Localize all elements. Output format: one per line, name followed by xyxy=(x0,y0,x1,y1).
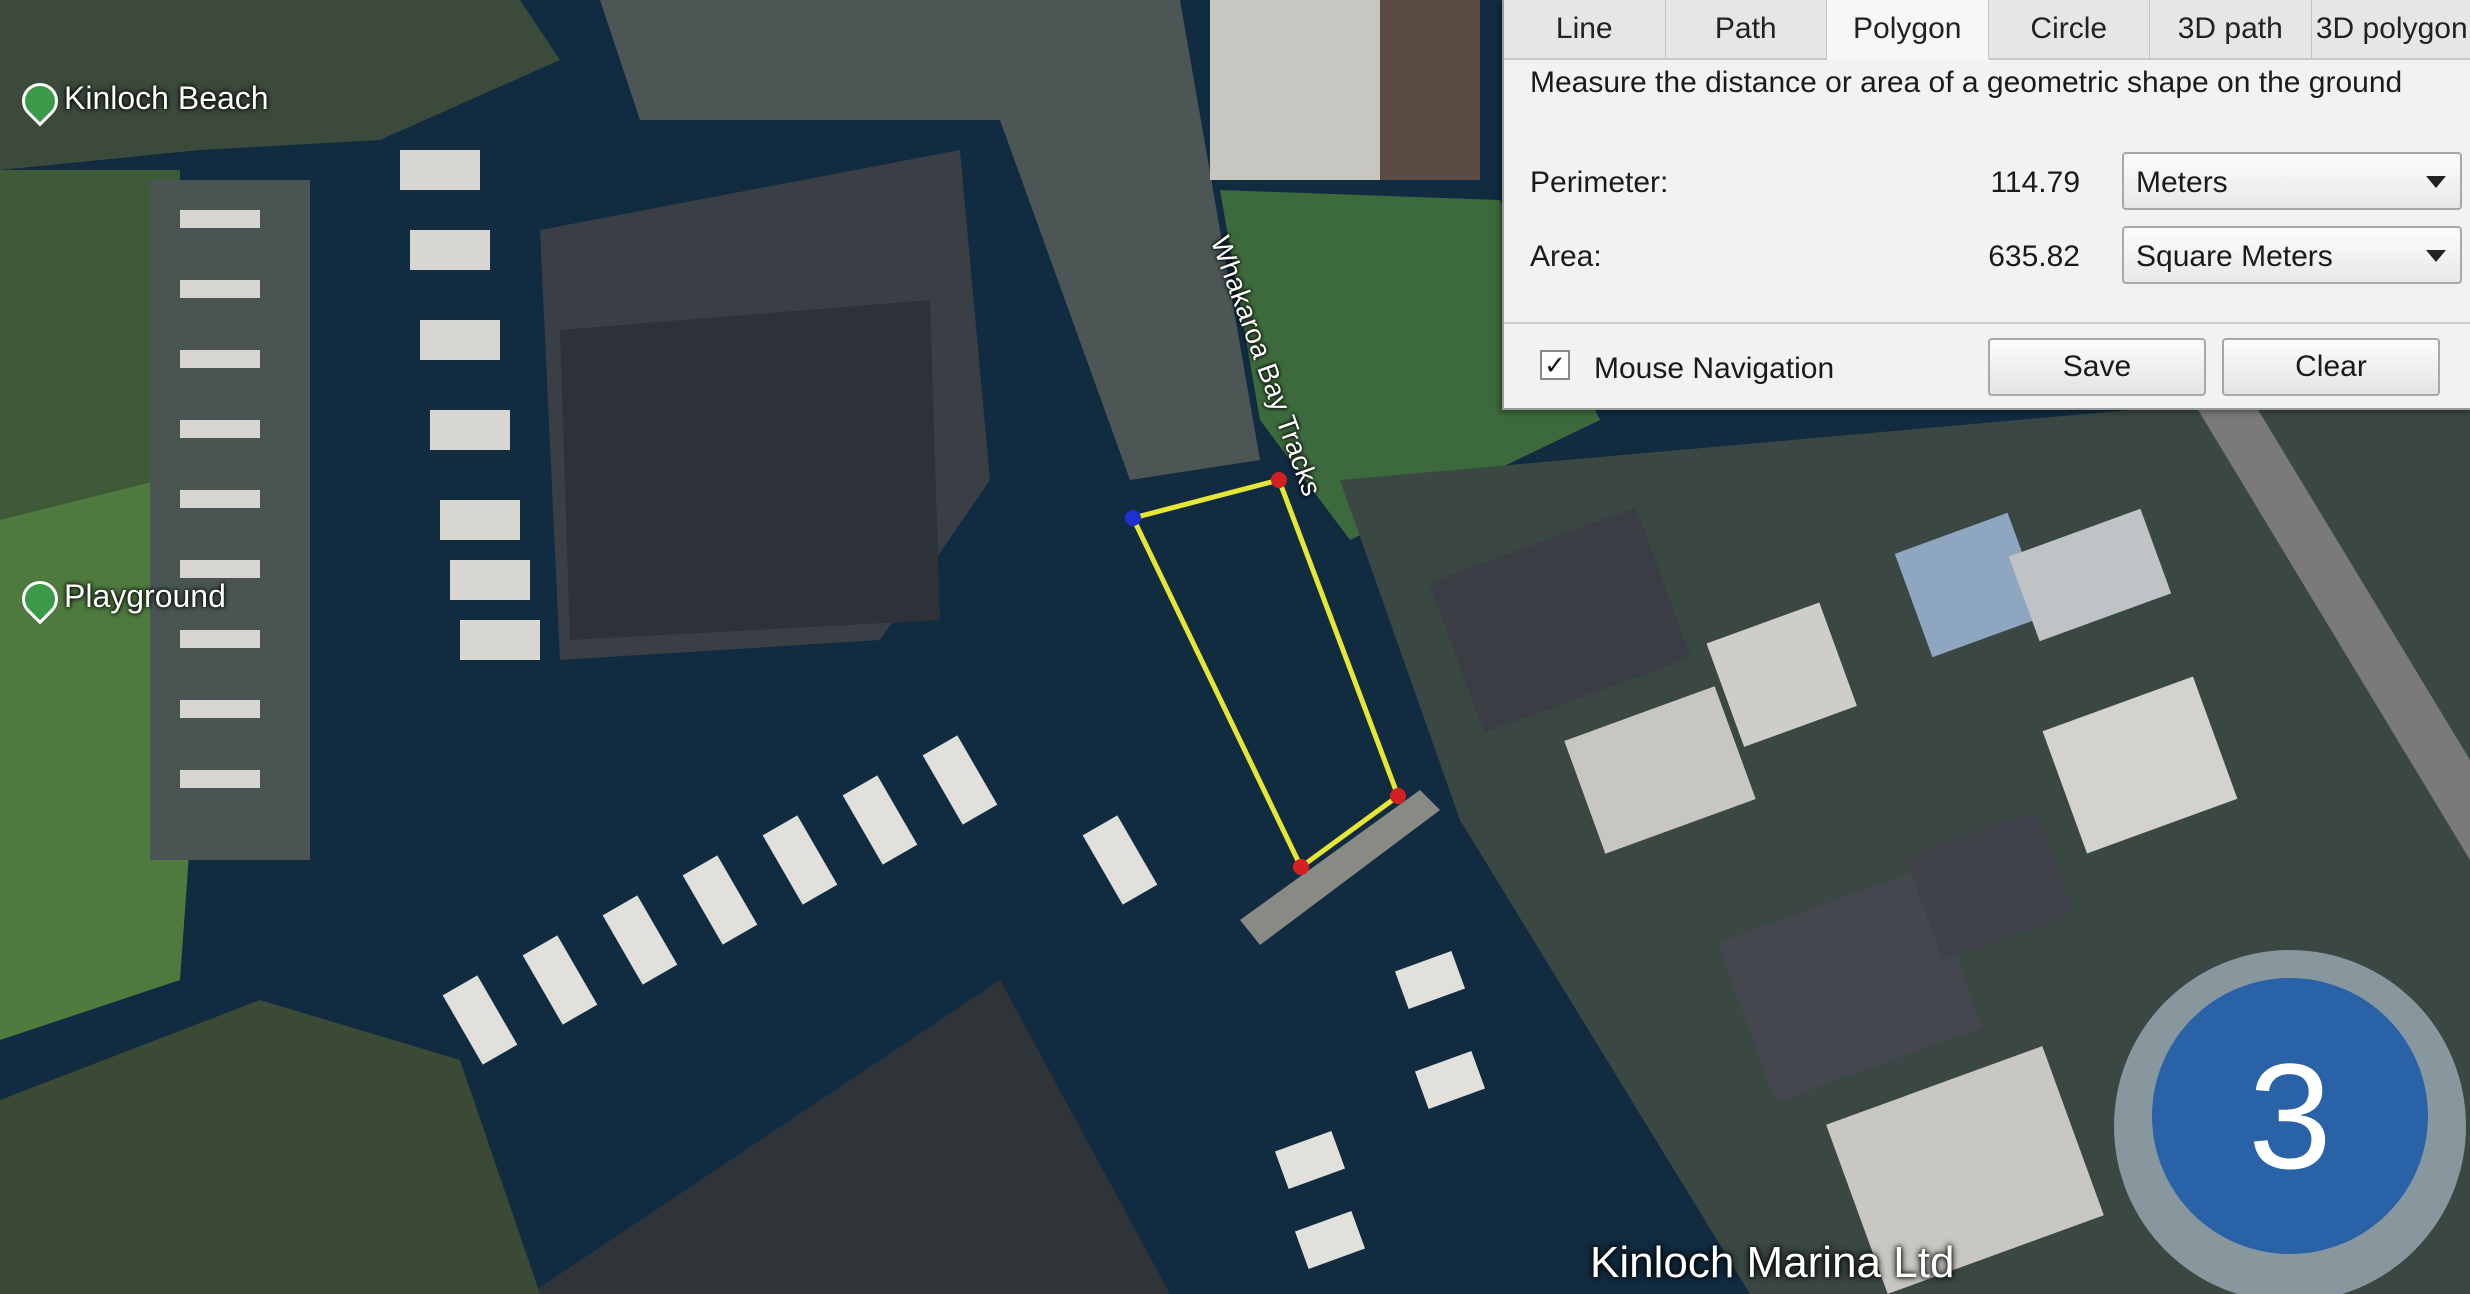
location-pin-icon xyxy=(14,573,66,625)
chevron-down-icon xyxy=(2426,250,2446,262)
area-unit-value: Square Meters xyxy=(2136,240,2333,273)
area-row: Area: 635.82 Square Meters xyxy=(1530,226,2462,286)
place-label-marina[interactable]: Kinloch Marina Ltd xyxy=(1590,1238,1954,1288)
clear-button[interactable]: Clear xyxy=(2222,338,2440,396)
polygon-vertex xyxy=(1271,472,1287,488)
polygon-vertex xyxy=(1390,788,1406,804)
measure-tabs: Line Path Polygon Circle 3D path 3D poly… xyxy=(1504,0,2470,60)
tab-3d-polygon[interactable]: 3D polygon xyxy=(2311,0,2470,58)
place-label-kinloch-beach[interactable]: Kinloch Beach xyxy=(14,75,269,127)
measure-panel: Line Path Polygon Circle 3D path 3D poly… xyxy=(1502,0,2470,410)
area-label: Area: xyxy=(1530,240,1602,273)
mouse-navigation-checkbox[interactable]: ✓ xyxy=(1540,350,1570,380)
checkmark-icon: ✓ xyxy=(1544,349,1566,380)
chevron-down-icon xyxy=(2426,176,2446,188)
measure-description: Measure the distance or area of a geomet… xyxy=(1530,66,2403,99)
save-button[interactable]: Save xyxy=(1988,338,2206,396)
tab-path[interactable]: Path xyxy=(1665,0,1827,58)
location-pin-icon xyxy=(14,75,66,127)
place-label-playground[interactable]: Playground xyxy=(14,573,226,625)
tab-line[interactable]: Line xyxy=(1504,0,1666,58)
step-number: 3 xyxy=(2248,1032,2331,1200)
divider xyxy=(1504,322,2470,324)
tab-3d-path[interactable]: 3D path xyxy=(2150,0,2312,58)
perimeter-unit-select[interactable]: Meters xyxy=(2122,152,2462,210)
perimeter-label: Perimeter: xyxy=(1530,166,1669,199)
perimeter-unit-value: Meters xyxy=(2136,166,2228,199)
perimeter-value: 114.79 xyxy=(1990,166,2080,199)
perimeter-row: Perimeter: 114.79 Meters xyxy=(1530,152,2462,212)
polygon-vertex xyxy=(1293,859,1309,875)
polygon-start-vertex xyxy=(1125,510,1141,526)
mouse-navigation-label: Mouse Navigation xyxy=(1594,352,1835,385)
tab-polygon[interactable]: Polygon xyxy=(1827,0,1989,60)
area-unit-select[interactable]: Square Meters xyxy=(2122,226,2462,284)
tab-circle[interactable]: Circle xyxy=(1988,0,2150,58)
step-badge: 3 xyxy=(2114,950,2466,1294)
area-value: 635.82 xyxy=(1988,240,2080,273)
